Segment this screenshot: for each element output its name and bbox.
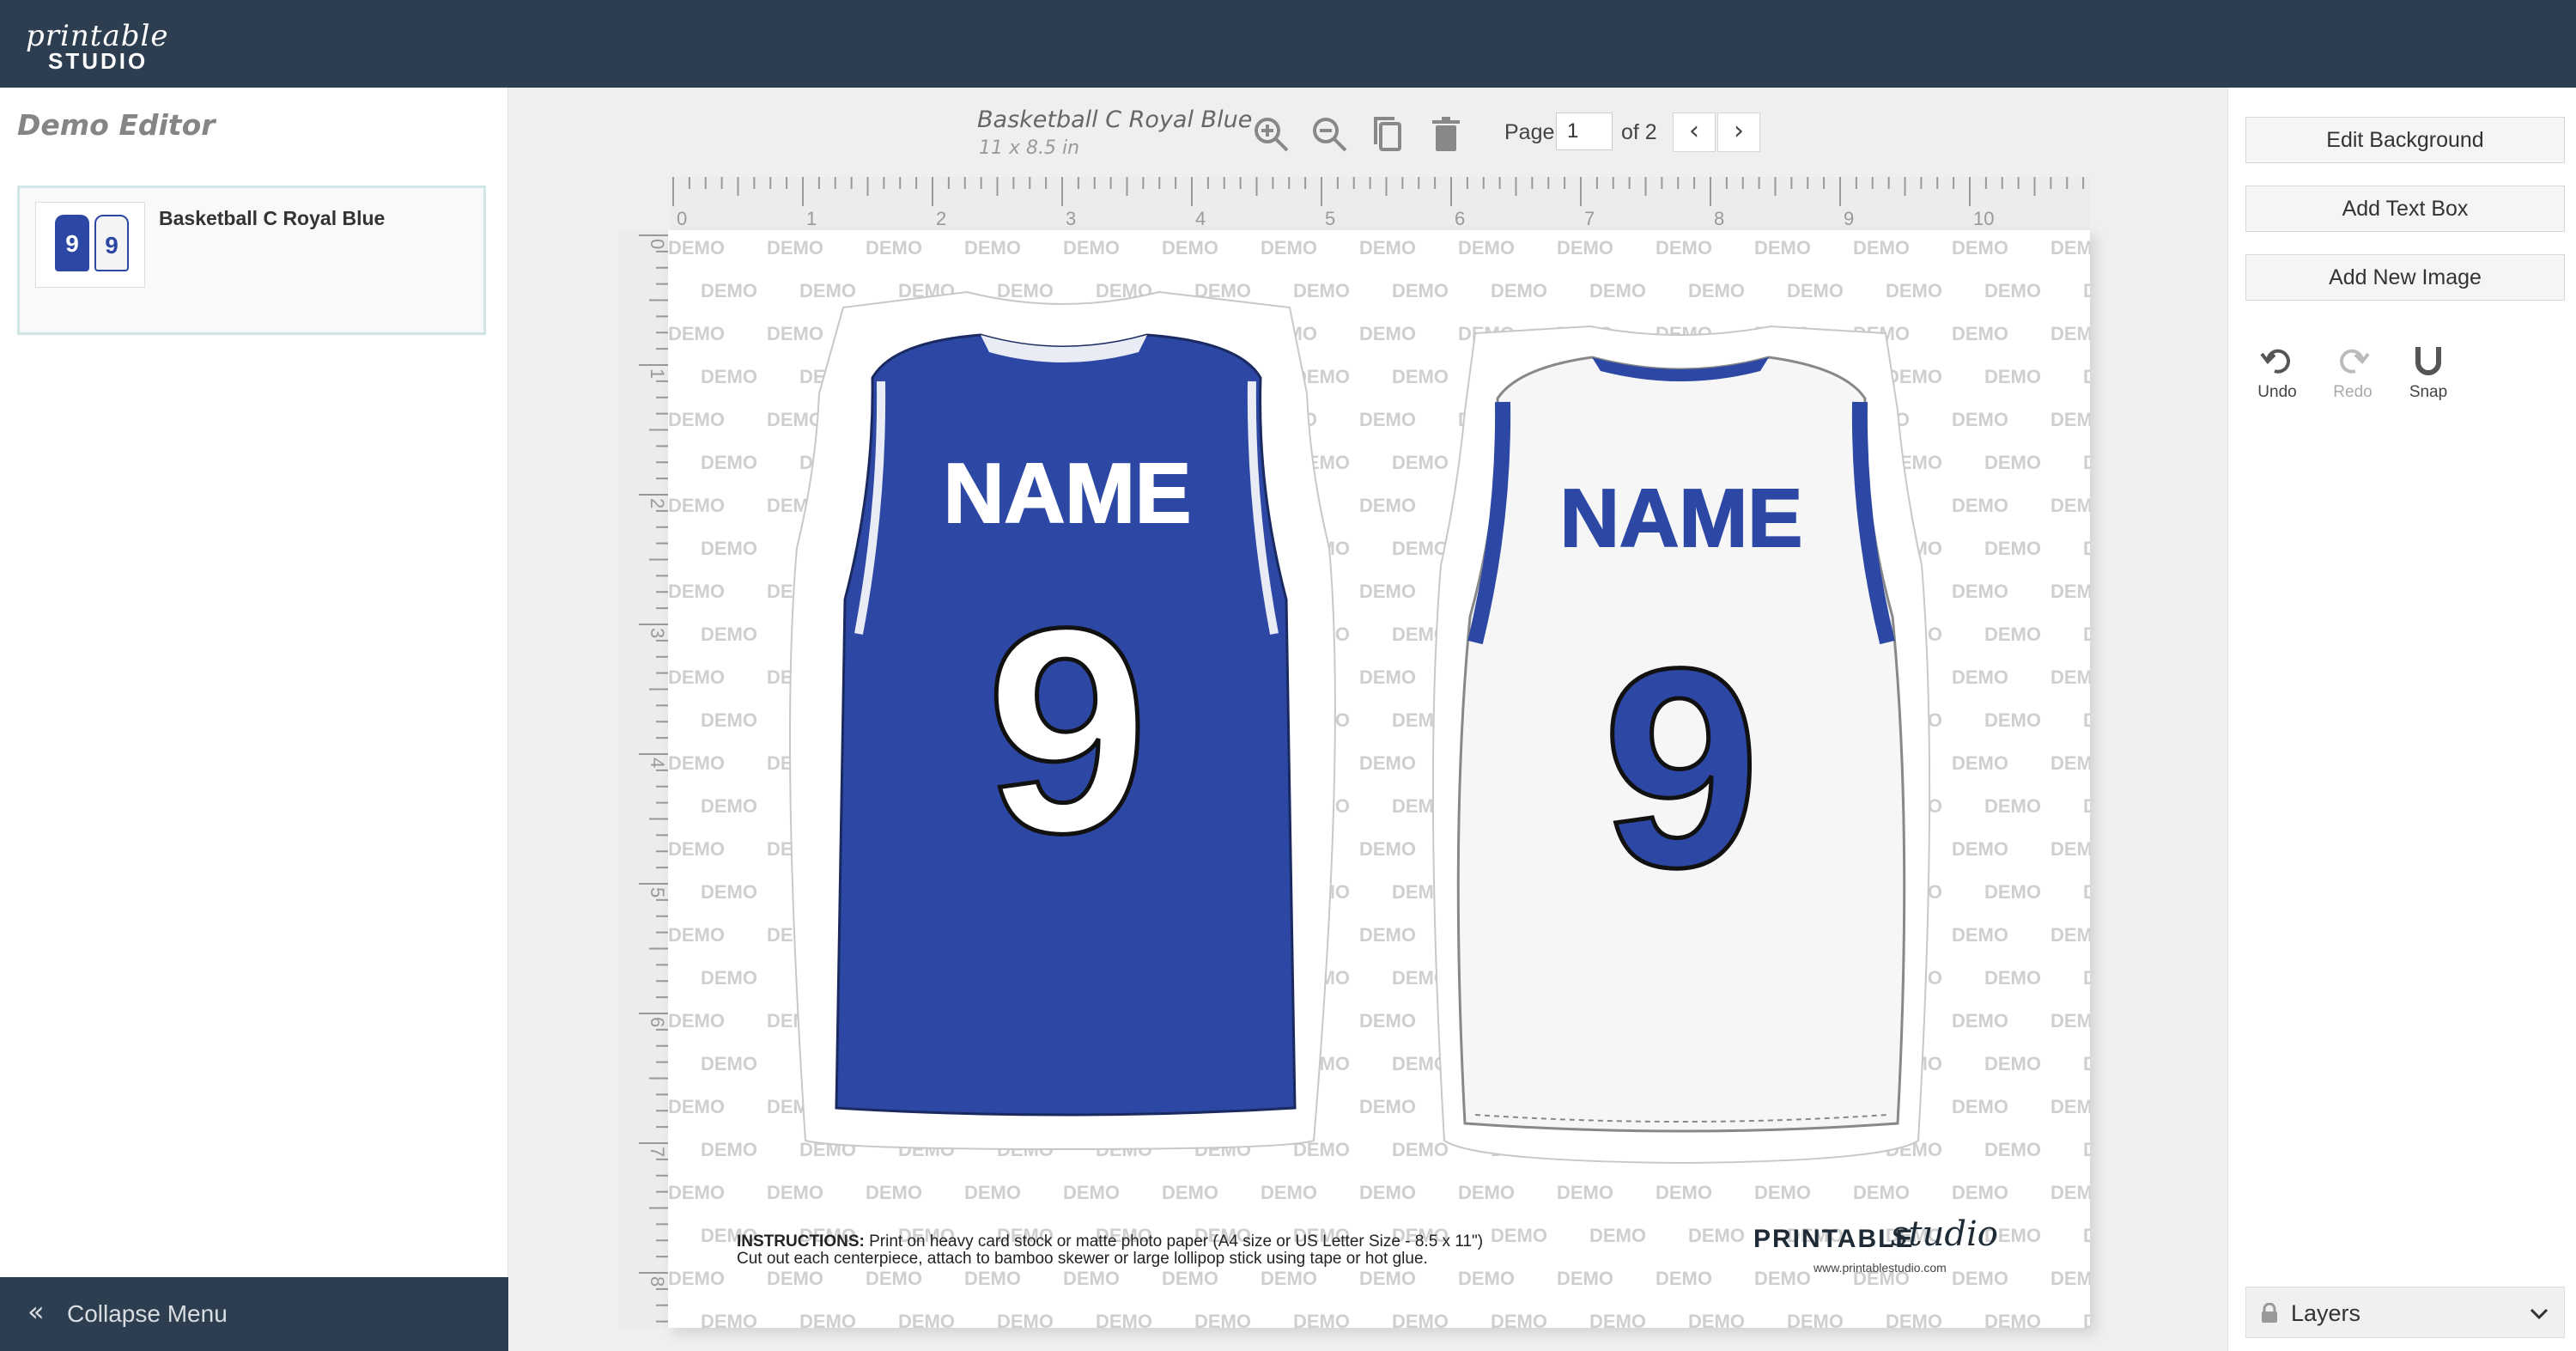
magnet-icon	[2415, 347, 2441, 375]
right-panel: Edit Background Add Text Box Add New Ima…	[2227, 88, 2576, 1351]
chevron-down-icon	[2530, 1308, 2549, 1320]
add-text-box-button[interactable]: Add Text Box	[2245, 186, 2565, 232]
instructions-line-2: Cut out each centerpiece, attach to bamb…	[737, 1250, 1428, 1268]
ruler-h-bg	[670, 177, 2090, 230]
lock-icon	[2262, 1303, 2277, 1323]
document-size: 11 x 8.5 in	[979, 137, 1080, 159]
document-title: Basketball C Royal Blue	[977, 106, 1253, 133]
ruler-v-label: 7	[647, 1147, 668, 1157]
left-panel: Demo Editor 9 9 Basketball C Royal Blue …	[0, 88, 508, 1351]
ruler-h-label: 6	[1455, 208, 1465, 229]
editor-title: Demo Editor	[17, 108, 216, 142]
printable-studio-logo[interactable]: printable STUDIO	[26, 19, 167, 74]
instructions-line-1: Print on heavy card stock or matte photo…	[869, 1232, 1484, 1251]
trash-icon[interactable]	[1425, 113, 1467, 155]
zoom-out-icon[interactable]	[1309, 113, 1350, 155]
jersey-artwork: NAME 9 NAME 9	[789, 290, 1931, 1165]
brand-script: studio	[1891, 1214, 1998, 1254]
jersey-front-name: NAME	[944, 446, 1192, 540]
brand-logo: PRINTABLE studio www.printablestudio.com	[1753, 1214, 2020, 1275]
logo-word: STUDIO	[48, 48, 149, 74]
product-name: Basketball C Royal Blue	[159, 207, 386, 229]
prev-page-button[interactable]: ‹	[1673, 113, 1716, 152]
ruler-v-label: 1	[647, 368, 668, 379]
double-chevron-left-icon: «	[27, 1295, 45, 1328]
ruler-h-label: 7	[1584, 208, 1595, 229]
page-number-input[interactable]	[1556, 113, 1613, 150]
ruler-h-label: 9	[1844, 208, 1854, 229]
next-page-button[interactable]: ›	[1717, 113, 1760, 152]
ruler-v-bg	[618, 230, 668, 1328]
vertical-ruler: 0 1 2 3 4 5 6 7 8	[618, 230, 668, 1328]
thumb-jersey-back: 9	[94, 215, 129, 271]
ruler-h-label: 0	[677, 208, 687, 229]
ruler-h-label: 1	[806, 208, 817, 229]
copy-icon[interactable]	[1367, 113, 1408, 155]
ruler-h-label: 5	[1325, 208, 1335, 229]
instructions-label: INSTRUCTIONS:	[737, 1232, 865, 1251]
ruler-v-label: 0	[647, 239, 668, 249]
ruler-h-label: 2	[936, 208, 946, 229]
horizontal-ruler: 0 1 2 3 4 5 6 7 8 9 10	[670, 177, 2090, 230]
thumb-number-back: 9	[105, 232, 118, 259]
jersey-back-name: NAME	[1560, 472, 1803, 564]
ruler-h-label: 10	[1973, 208, 1994, 229]
top-bar: printable STUDIO	[0, 0, 2576, 88]
product-card[interactable]: 9 9 Basketball C Royal Blue	[17, 186, 486, 335]
layers-dropdown[interactable]: Layers	[2245, 1287, 2565, 1338]
page-count: of 2	[1621, 120, 1657, 144]
redo-button[interactable]: Redo	[2323, 342, 2383, 402]
ruler-v-label: 5	[647, 887, 668, 898]
product-thumbnail: 9 9	[35, 202, 145, 288]
redo-icon	[2340, 349, 2370, 374]
ruler-v-label: 8	[647, 1276, 668, 1287]
ruler-v-label: 2	[647, 498, 668, 508]
print-instructions: INSTRUCTIONS: Print on heavy card stock …	[737, 1233, 1578, 1268]
ruler-v-label: 4	[647, 758, 668, 768]
snap-label: Snap	[2409, 383, 2448, 401]
jersey-front-number: 9	[986, 568, 1148, 894]
collapse-menu-label: Collapse Menu	[67, 1300, 228, 1327]
ruler-h-label: 3	[1066, 208, 1076, 229]
page-label: Page	[1504, 120, 1555, 144]
collapse-menu-button[interactable]: « Collapse Menu	[0, 1277, 508, 1351]
snap-button[interactable]: Snap	[2398, 342, 2458, 402]
ruler-v-label: 6	[647, 1017, 668, 1027]
brand-url: www.printablestudio.com	[1814, 1261, 1947, 1275]
undo-label: Undo	[2257, 383, 2297, 401]
add-new-image-button[interactable]: Add New Image	[2245, 254, 2565, 301]
redo-label: Redo	[2333, 383, 2372, 401]
layers-label: Layers	[2291, 1300, 2361, 1326]
artboard[interactable]: DEMO DEMO DEMO DEMO DEMO DEMO DEMO DEMO DEMO DEMO…	[668, 230, 2090, 1328]
thumb-number-front: 9	[65, 230, 79, 257]
edit-background-button[interactable]: Edit Background	[2245, 117, 2565, 163]
undo-icon	[2260, 349, 2290, 374]
ruler-h-label: 4	[1195, 208, 1206, 229]
undo-button[interactable]: Undo	[2247, 342, 2307, 402]
jersey-back-number: 9	[1602, 609, 1760, 926]
zoom-in-icon[interactable]	[1250, 113, 1291, 155]
ruler-v-label: 3	[647, 628, 668, 638]
ruler-h-label: 8	[1714, 208, 1724, 229]
thumb-jersey-front: 9	[55, 215, 89, 271]
